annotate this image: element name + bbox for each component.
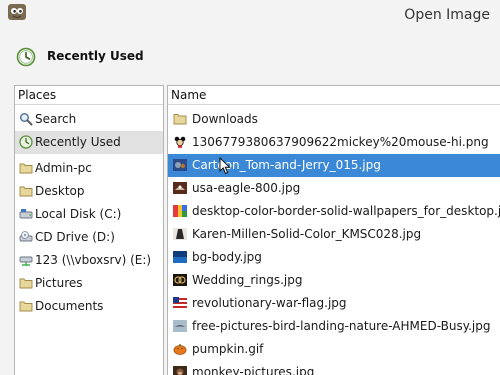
flag-thumbnail-icon	[173, 297, 187, 309]
background-thumbnail-icon	[173, 251, 187, 263]
drive-icon	[19, 209, 33, 219]
place-label: CD Drive (D:)	[35, 230, 115, 244]
file-name: revolutionary-war-flag.jpg	[192, 296, 347, 310]
place-item-desktop[interactable]: Desktop	[15, 180, 163, 203]
file-name: 1306779380637909622mickey%20mouse-hi.png	[192, 135, 489, 149]
file-item-wedding-rings[interactable]: Wedding_rings.jpg	[168, 269, 500, 292]
folder-icon	[19, 186, 33, 197]
place-label: Search	[35, 112, 77, 126]
file-item-mickey-png[interactable]: 1306779380637909622mickey%20mouse-hi.png	[168, 131, 500, 154]
folder-icon	[19, 163, 33, 174]
file-name: pumpkin.gif	[192, 342, 264, 356]
open-image-dialog: Open Image Recently Used Places Search R…	[0, 0, 500, 375]
folder-icon	[19, 278, 33, 289]
file-name: Karen-Millen-Solid-Color_KMSC028.jpg	[192, 227, 422, 241]
dress-thumbnail-icon	[173, 228, 187, 240]
rings-thumbnail-icon	[173, 274, 187, 286]
files-pane: Name Downloads 1306779380637909622mickey…	[167, 85, 500, 375]
place-item-recently-used[interactable]: Recently Used	[15, 131, 163, 154]
bird-thumbnail-icon	[173, 320, 187, 332]
name-header-label: Name	[171, 88, 207, 102]
pumpkin-thumbnail-icon	[173, 344, 187, 355]
eagle-thumbnail-icon	[173, 182, 187, 194]
file-name: usa-eagle-800.jpg	[192, 181, 301, 195]
file-item-revolutionary-flag[interactable]: revolutionary-war-flag.jpg	[168, 292, 500, 315]
places-header-label: Places	[18, 88, 57, 102]
places-column-header[interactable]: Places	[15, 86, 163, 105]
mouse-cursor-icon	[219, 157, 231, 175]
network-drive-icon	[19, 256, 33, 266]
file-item-desktop-wallpaper[interactable]: desktop-color-border-solid-wallpapers_fo…	[168, 200, 500, 223]
mickey-thumbnail-icon	[174, 136, 186, 148]
gimp-icon[interactable]	[7, 3, 27, 21]
place-item-local-disk[interactable]: Local Disk (C:)	[15, 203, 163, 226]
search-icon	[20, 113, 33, 126]
file-item-bird-landing[interactable]: free-pictures-bird-landing-nature-AHMED-…	[168, 315, 500, 338]
places-pane: Places Search Recently Used Admin-pc Des…	[14, 85, 164, 375]
wallpaper-thumbnail-icon	[173, 205, 187, 217]
recent-clock-icon	[16, 47, 36, 67]
location-header: Recently Used	[0, 33, 500, 81]
place-item-search[interactable]: Search	[15, 108, 163, 131]
file-item-tom-and-jerry[interactable]: Cartoon_Tom-and-Jerry_015.jpg	[168, 154, 500, 177]
file-name: Wedding_rings.jpg	[192, 273, 303, 287]
place-item-pictures[interactable]: Pictures	[15, 272, 163, 295]
place-item-documents[interactable]: Documents	[15, 295, 163, 318]
file-name: bg-body.jpg	[192, 250, 262, 264]
recent-clock-icon	[19, 135, 33, 149]
monkey-thumbnail-icon	[173, 366, 187, 375]
place-label: Pictures	[35, 276, 83, 290]
file-item-monkey-pictures[interactable]: monkey-pictures.jpg	[168, 361, 500, 375]
file-name: monkey-pictures.jpg	[192, 365, 315, 375]
place-label: Recently Used	[35, 135, 121, 149]
file-name: free-pictures-bird-landing-nature-AHMED-…	[192, 319, 491, 333]
place-item-network-drive[interactable]: 123 (\\vboxsrv) (E:)	[15, 249, 163, 272]
place-label: Local Disk (C:)	[35, 207, 122, 221]
title-bar: Open Image	[0, 0, 500, 32]
file-item-downloads[interactable]: Downloads	[168, 108, 500, 131]
location-label: Recently Used	[47, 49, 144, 63]
folder-icon	[173, 114, 187, 125]
file-item-bg-body[interactable]: bg-body.jpg	[168, 246, 500, 269]
folder-icon	[19, 301, 33, 312]
place-label: Documents	[35, 299, 104, 313]
place-item-admin-pc[interactable]: Admin-pc	[15, 157, 163, 180]
file-item-karen-millen[interactable]: Karen-Millen-Solid-Color_KMSC028.jpg	[168, 223, 500, 246]
place-label: Admin-pc	[35, 161, 92, 175]
place-label: Desktop	[35, 184, 85, 198]
file-item-pumpkin[interactable]: pumpkin.gif	[168, 338, 500, 361]
name-column-header[interactable]: Name	[168, 86, 500, 105]
file-item-usa-eagle[interactable]: usa-eagle-800.jpg	[168, 177, 500, 200]
cartoon-thumbnail-icon	[173, 159, 187, 171]
cd-drive-icon	[19, 231, 33, 242]
file-name: desktop-color-border-solid-wallpapers_fo…	[192, 204, 500, 218]
place-item-cd-drive[interactable]: CD Drive (D:)	[15, 226, 163, 249]
place-label: 123 (\\vboxsrv) (E:)	[35, 253, 152, 267]
window-title: Open Image	[404, 7, 490, 23]
file-name: Downloads	[192, 112, 258, 126]
